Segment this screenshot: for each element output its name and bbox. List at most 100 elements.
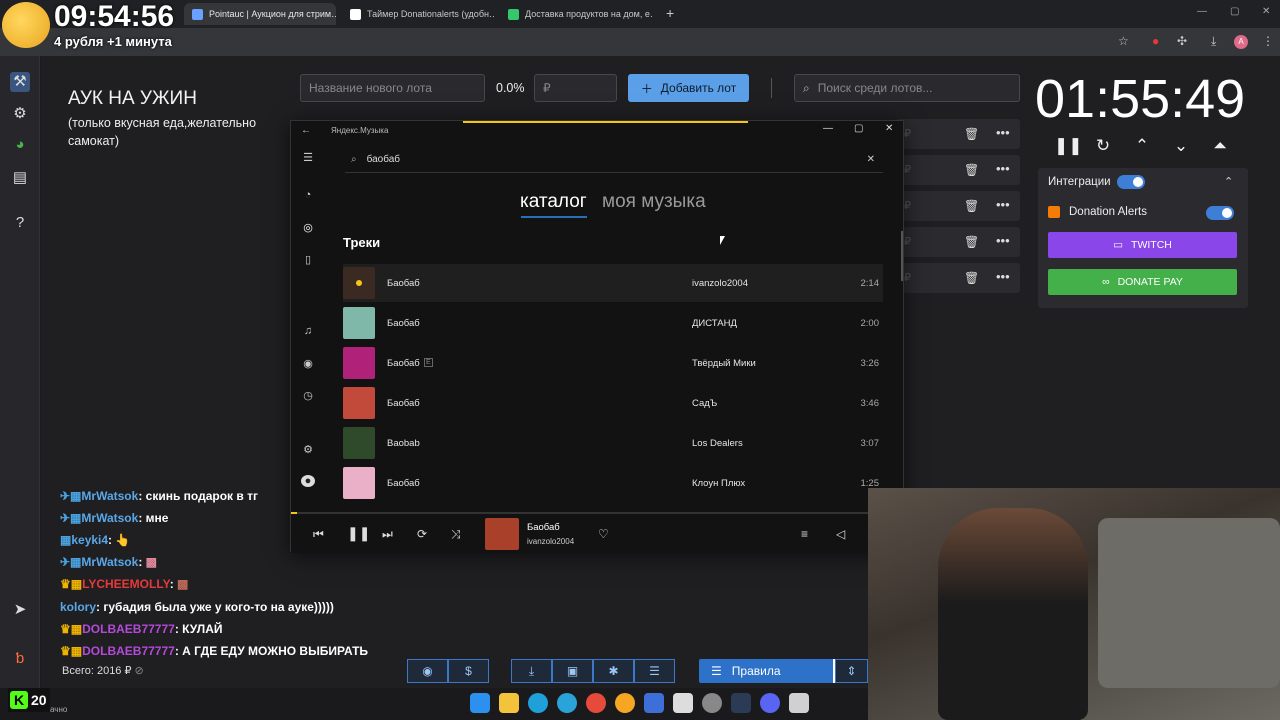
user-avatar[interactable]: ● <box>301 475 315 487</box>
compress-icon[interactable]: ⇕ <box>835 659 868 683</box>
lot-row[interactable]: ₽ 🗑 ••• <box>896 191 1020 221</box>
next-track-icon[interactable]: ⏭ <box>382 527 393 542</box>
discord-icon[interactable] <box>760 693 780 713</box>
radio-icon[interactable]: ◔ <box>301 189 315 201</box>
back-arrow-icon[interactable]: ← <box>301 125 311 136</box>
heart-icon[interactable]: ♡ <box>598 527 609 541</box>
edge-icon[interactable] <box>528 693 548 713</box>
book-icon[interactable]: ▯ <box>301 253 315 266</box>
more-icon[interactable]: ••• <box>996 233 1010 248</box>
history-icon[interactable]: ◷ <box>301 389 315 402</box>
collapse-chevron-icon[interactable]: ⌃ <box>1224 175 1233 188</box>
maximize-icon[interactable]: ▢ <box>854 123 863 134</box>
chat-username[interactable]: MrWatsok <box>81 511 138 525</box>
github-icon[interactable]: ◉ <box>407 659 448 683</box>
trash-icon[interactable]: 🗑 <box>964 199 979 213</box>
donation-alerts-toggle[interactable] <box>1206 206 1234 220</box>
chrome-icon[interactable] <box>586 693 606 713</box>
maximize-icon[interactable]: ▢ <box>1230 6 1239 17</box>
trash-icon[interactable]: 🗑 <box>964 127 979 141</box>
track-artist[interactable]: ivanzolo2004 <box>692 278 748 289</box>
chat-username[interactable]: kolory <box>60 600 96 614</box>
double-chevron-up-icon[interactable]: ⏶ <box>1210 136 1230 156</box>
clear-list-icon[interactable]: ☰ <box>634 659 675 683</box>
address-bar[interactable] <box>0 28 1280 56</box>
twitch-button[interactable]: ▭ TWITCH <box>1048 232 1237 258</box>
restart-icon[interactable]: ↻ <box>1093 136 1113 156</box>
lot-row[interactable]: ₽ 🗑 ••• <box>896 263 1020 293</box>
file-explorer-icon[interactable] <box>499 693 519 713</box>
app-circle-icon[interactable] <box>702 693 722 713</box>
track-row[interactable]: Баобаб ДИСТАНД 2:00 <box>343 304 883 342</box>
b-logo-icon[interactable]: ƅ <box>10 650 30 670</box>
chat-username[interactable]: MrWatsok <box>81 489 138 503</box>
clear-search-icon[interactable]: ✕ <box>867 154 875 165</box>
save-icon[interactable]: ▣ <box>552 659 593 683</box>
steam-icon[interactable] <box>731 693 751 713</box>
windows-start-icon[interactable] <box>470 693 490 713</box>
lot-row[interactable]: ₽ 🗑 ••• <box>896 119 1020 149</box>
hamburger-menu-icon[interactable]: ☰ <box>301 151 315 164</box>
tab-catalog[interactable]: каталог <box>520 191 587 213</box>
clipboard-icon[interactable]: ▤ <box>10 168 30 188</box>
trash-icon[interactable]: 🗑 <box>964 271 979 285</box>
new-lot-name-input[interactable]: Название нового лота <box>300 74 485 102</box>
music-note-icon[interactable]: ♫ <box>301 325 315 337</box>
bug-icon[interactable]: ✱ <box>593 659 634 683</box>
volume-icon[interactable]: ◁ <box>836 527 845 541</box>
close-window-icon[interactable]: ✕ <box>885 123 893 134</box>
lot-row[interactable]: ₽ 🗑 ••• <box>896 155 1020 185</box>
lot-amount-input[interactable]: ₽ <box>534 74 617 102</box>
more-icon[interactable]: ••• <box>996 125 1010 140</box>
puzzle-icon[interactable]: ✣ <box>1177 34 1187 48</box>
lot-row[interactable]: ₽ 🗑 ••• <box>896 227 1020 257</box>
pie-chart-icon[interactable]: ◕ <box>10 136 30 156</box>
obs-icon[interactable] <box>615 693 635 713</box>
chevron-down-icon[interactable]: ⌄ <box>1171 136 1191 156</box>
shuffle-icon[interactable]: ⤨ <box>451 527 461 542</box>
gear-icon[interactable]: ⚙ <box>10 104 30 124</box>
music-search-input[interactable]: ⌕ баобаб ✕ <box>345 147 883 173</box>
profile-avatar[interactable]: A <box>1234 35 1248 49</box>
tab-pointauc[interactable]: Pointauc | Аукцион для стрим… ✕ <box>184 3 336 25</box>
donatepay-button[interactable]: ∞ DONATE PAY <box>1048 269 1237 295</box>
track-artist[interactable]: Клоун Плюх <box>692 478 745 489</box>
tab-grocery-delivery[interactable]: Доставка продуктов на дом, е… ✕ <box>500 3 652 25</box>
previous-track-icon[interactable]: ⏮ <box>313 527 324 542</box>
star-icon[interactable]: ☆ <box>1118 34 1129 48</box>
close-window-icon[interactable]: ✕ <box>1262 6 1270 17</box>
chat-username[interactable]: DOLBAEB77777 <box>82 622 175 636</box>
app-window-icon[interactable] <box>673 693 693 713</box>
settings-icon[interactable]: ⚙ <box>301 443 315 456</box>
download-icon[interactable]: ⤓ <box>1211 34 1216 49</box>
minimize-icon[interactable]: — <box>823 123 833 134</box>
trash-icon[interactable]: 🗑 <box>964 163 979 177</box>
gavel-icon[interactable]: ⚒ <box>10 72 30 92</box>
track-row[interactable]: Баобаб Клоун Плюх 1:25 <box>343 464 883 502</box>
track-row[interactable]: Баобаб E Твёрдый Мики 3:26 <box>343 344 883 382</box>
more-icon[interactable]: ••• <box>996 197 1010 212</box>
new-tab-button[interactable]: + <box>666 5 674 21</box>
dollar-icon[interactable]: $ <box>448 659 489 683</box>
track-artist[interactable]: Los Dealers <box>692 438 743 449</box>
extension-icon[interactable]: ● <box>1152 34 1159 48</box>
now-playing-artist[interactable]: ivanzolo2004 <box>527 537 574 546</box>
hidden-eye-icon[interactable]: ⊘ <box>135 665 144 677</box>
more-icon[interactable]: ••• <box>996 269 1010 284</box>
chat-username[interactable]: LYCHEEMOLLY <box>82 577 170 591</box>
repeat-icon[interactable]: ⟳ <box>417 527 427 541</box>
queue-icon[interactable]: ≡ <box>801 527 808 541</box>
download-icon[interactable]: ⤓ <box>511 659 552 683</box>
pause-icon[interactable]: ❚❚ <box>347 525 370 542</box>
now-playing-title[interactable]: Баобаб <box>527 522 560 533</box>
help-icon[interactable]: ? <box>10 214 30 234</box>
chevron-up-icon[interactable]: ⌃ <box>1132 136 1152 156</box>
track-artist[interactable]: СадЪ <box>692 398 717 409</box>
calculator-icon[interactable] <box>789 693 809 713</box>
track-row[interactable]: Баобаб ivanzolo2004 2:14 <box>343 264 883 302</box>
telegram-icon[interactable] <box>557 693 577 713</box>
chat-username[interactable]: DOLBAEB77777 <box>82 644 175 658</box>
disc-icon[interactable]: ◉ <box>301 357 315 370</box>
scrollbar[interactable] <box>901 231 903 281</box>
charts-app-icon[interactable] <box>644 693 664 713</box>
